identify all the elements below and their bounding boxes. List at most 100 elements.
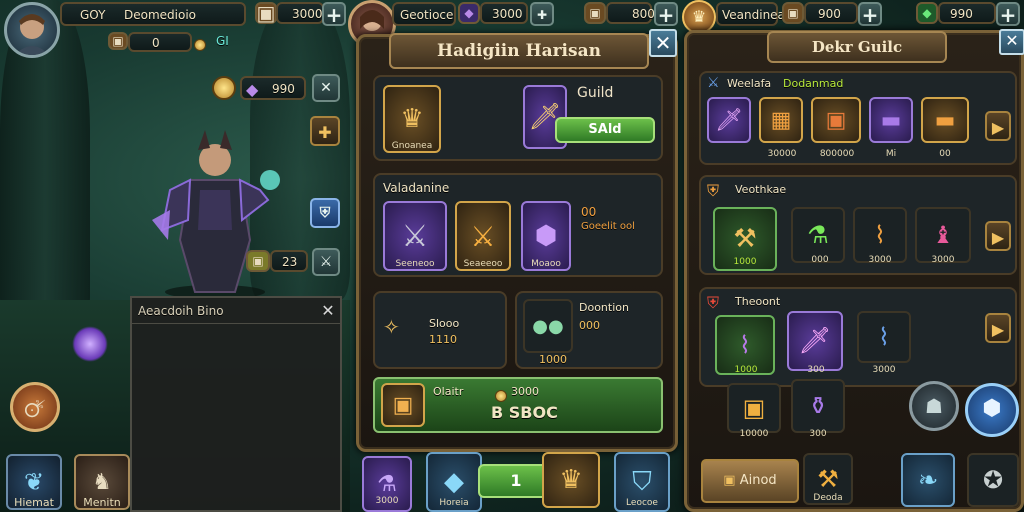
close-icon[interactable]: ✕: [999, 29, 1024, 55]
chest-icon: ▣: [584, 2, 606, 24]
slot3-label: Moaoo: [531, 259, 561, 269]
potion-row: ⛨ Veothkae ⚒ 1000 ⚗ 000 ⌇ 3000 ♝ 3000 ▶: [699, 175, 1017, 275]
chest-label: Olaitr: [433, 385, 464, 398]
arrow-right-icon[interactable]: ▶: [985, 221, 1011, 251]
energy-value: 23: [282, 255, 298, 269]
row4-item-2: 300: [809, 429, 827, 439]
right-name-bar: Veandinea: [716, 2, 785, 26]
dark-guild-title: Dekr Guilc: [767, 31, 947, 63]
arrow-right-icon[interactable]: ▶: [985, 111, 1011, 141]
close-icon[interactable]: ✕: [318, 301, 338, 321]
dark-guild-panel: Dekr Guilc ✕ ⚔ Weelafa Dodanmad 🗡 ▦ ▣ ▬ …: [684, 29, 1024, 512]
coin-icon: [194, 34, 206, 53]
arrow-right-icon[interactable]: ▶: [985, 313, 1011, 343]
potion-item-1: 1000: [733, 257, 757, 267]
row4-item-1: 10000: [739, 429, 769, 439]
artifact-item-1: 1000: [734, 365, 758, 375]
magic-dagger-slot[interactable]: 🗡: [787, 311, 843, 371]
gem-value: 990: [272, 82, 295, 96]
add-gem-button[interactable]: ✚: [530, 2, 554, 26]
center-res-bar-2: 800: [606, 2, 655, 24]
weapon-item-1: 30000: [767, 149, 797, 159]
bar-slot[interactable]: ▬: [921, 97, 969, 143]
trade-box-a: ✧ Slooo 1110: [373, 291, 507, 369]
trade-a-value: 1110: [429, 333, 457, 346]
close-icon[interactable]: ✕: [649, 29, 677, 57]
slot2-label: Seaeeoo: [463, 259, 503, 269]
shield-icon: ⛨: [707, 293, 720, 312]
materials-section: Valadanine ⚔ Seeneoo ⚔ Seaeeoo ⬢ Moaoo 0…: [373, 173, 663, 277]
emblem-label: Leocoe: [626, 498, 658, 508]
guild-market-panel: Hadigiin Harisan ✕ ♛ Gnoanea 🗡 Guild SAl…: [356, 29, 678, 452]
player-name: Deomedioio: [124, 8, 197, 22]
center-res-value-2: 800: [632, 7, 655, 21]
avatar[interactable]: ♛: [682, 0, 716, 34]
upgrade-button[interactable]: ✚: [310, 116, 340, 146]
hero-character: [150, 120, 280, 300]
artifact-item-2: 300: [807, 365, 825, 375]
shield-icon: ⛨: [707, 181, 720, 200]
chest-slot[interactable]: ▣: [811, 97, 861, 143]
sold-button[interactable]: SAld: [555, 117, 655, 143]
crate-slot[interactable]: ▦: [759, 97, 803, 143]
feather-slot[interactable]: ❧: [901, 453, 955, 507]
chest-icon: ▣: [255, 1, 277, 25]
weapon-item-4: 00: [939, 149, 951, 159]
ainod-button[interactable]: ▣ Ainod: [701, 459, 799, 503]
map-icon: ✧: [383, 315, 400, 339]
cube-button[interactable]: ⬢: [965, 383, 1019, 437]
slot1-label: Seeneoo: [395, 259, 435, 269]
bag-icon: ▣: [723, 473, 736, 488]
trade-b-label: Doontion: [579, 301, 629, 314]
add-resource-button[interactable]: +: [322, 2, 346, 26]
resource-value-2: 0: [152, 36, 160, 50]
chest-icon: ▣: [381, 383, 425, 427]
trade-b-value-1: 000: [579, 319, 600, 332]
gem-bar: ◆ 990: [240, 76, 306, 100]
dagger-slot[interactable]: 🗡: [707, 97, 751, 143]
purple-pot-slot[interactable]: ⚱: [791, 379, 845, 433]
gem-icon: ◆: [458, 2, 480, 24]
add-gold-button[interactable]: +: [654, 2, 678, 26]
anvil-label: Deoda: [813, 493, 843, 503]
crystal-label: Horeia: [439, 498, 469, 508]
trade-box-b: ●● Doontion 000 1000: [515, 291, 663, 369]
right-res-bar-1: 900: [804, 2, 858, 24]
center-res-bar-1: 3000: [480, 2, 528, 24]
chest-icon: ▣: [108, 32, 128, 50]
materials-info-1: 00: [581, 205, 597, 219]
add-gem-button[interactable]: +: [996, 2, 1020, 26]
book-slot[interactable]: ▬: [869, 97, 913, 143]
chest-purchase-row[interactable]: ▣ Olaitr 3000 B SBOC: [373, 377, 663, 433]
right-res-value-2: 990: [950, 7, 973, 21]
chest-price: 3000: [511, 385, 539, 398]
materials-info-2: Goeelit ool: [581, 221, 635, 232]
crown-icon[interactable]: ♛: [542, 452, 600, 508]
center-name-bar: Geotioce: [392, 2, 456, 26]
guild-label: Guild: [577, 85, 614, 101]
ghost-button[interactable]: ☗: [909, 381, 959, 431]
avatar[interactable]: [4, 2, 60, 58]
eggs-slot[interactable]: ●●: [523, 299, 573, 353]
blue-scroll-slot[interactable]: ⌇: [857, 311, 911, 363]
chest-icon: ▣: [246, 250, 270, 272]
potion-row-title: Veothkae: [735, 183, 787, 196]
compass-slot[interactable]: ✪: [967, 453, 1019, 507]
energy-bar: 23: [270, 250, 308, 272]
player-level: GOY: [80, 8, 106, 22]
hero-tab-label: Hiemat: [14, 496, 54, 509]
trade-b-value-2: 1000: [539, 353, 567, 366]
potion-item-4: 3000: [931, 255, 955, 265]
map-button[interactable]: ✕: [312, 74, 340, 102]
inventory-button[interactable]: 🜚: [10, 382, 60, 432]
gold-chest-slot[interactable]: ▣: [727, 383, 781, 433]
swords-button[interactable]: ⚔: [312, 248, 340, 276]
add-gold-button[interactable]: +: [858, 2, 882, 26]
monster-tab-label: Menitn: [83, 496, 121, 509]
shield-icon[interactable]: ⛨: [310, 198, 340, 228]
artifact-item-3: 3000: [872, 365, 896, 375]
resource-value-3: GI: [216, 34, 229, 48]
chat-title: Aeacdoih Bino: [138, 304, 224, 318]
chest-total: B SBOC: [491, 403, 558, 422]
player-bar: GOY Deomedioio: [60, 2, 246, 26]
